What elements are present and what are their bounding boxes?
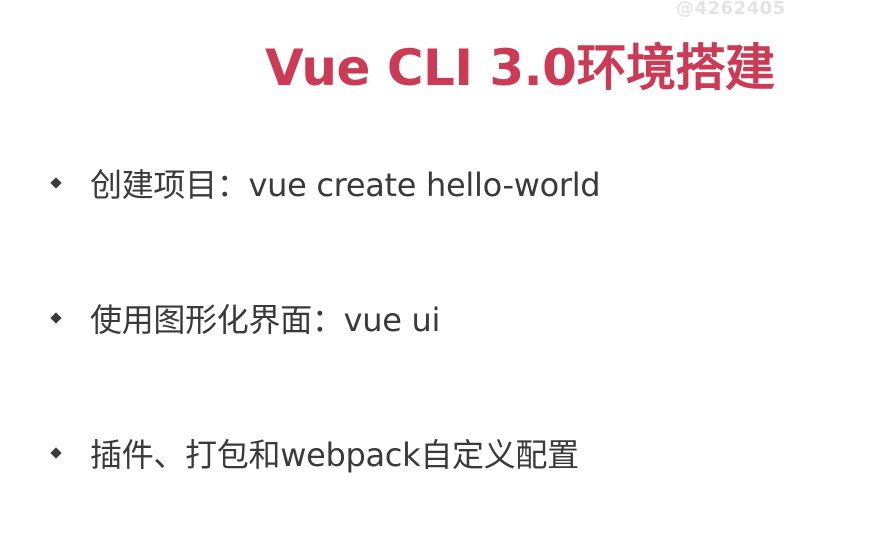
bullet-text: 插件、打包和webpack自定义配置	[90, 436, 579, 474]
bullet-item-plugins: 插件、打包和webpack自定义配置	[46, 433, 579, 474]
bullet-item-gui: 使用图形化界面：vue ui	[46, 298, 441, 339]
slide-title: Vue CLI 3.0环境搭建	[265, 39, 775, 97]
diamond-bullet-icon	[50, 177, 62, 189]
diamond-bullet-icon	[50, 312, 62, 324]
bullet-text: 使用图形化界面：vue ui	[90, 301, 441, 339]
diamond-bullet-icon	[50, 447, 62, 459]
bullet-item-create-project: 创建项目：vue create hello-world	[46, 163, 601, 204]
bullet-text: 创建项目：vue create hello-world	[90, 166, 601, 204]
watermark-text: @4262405	[676, 0, 786, 19]
